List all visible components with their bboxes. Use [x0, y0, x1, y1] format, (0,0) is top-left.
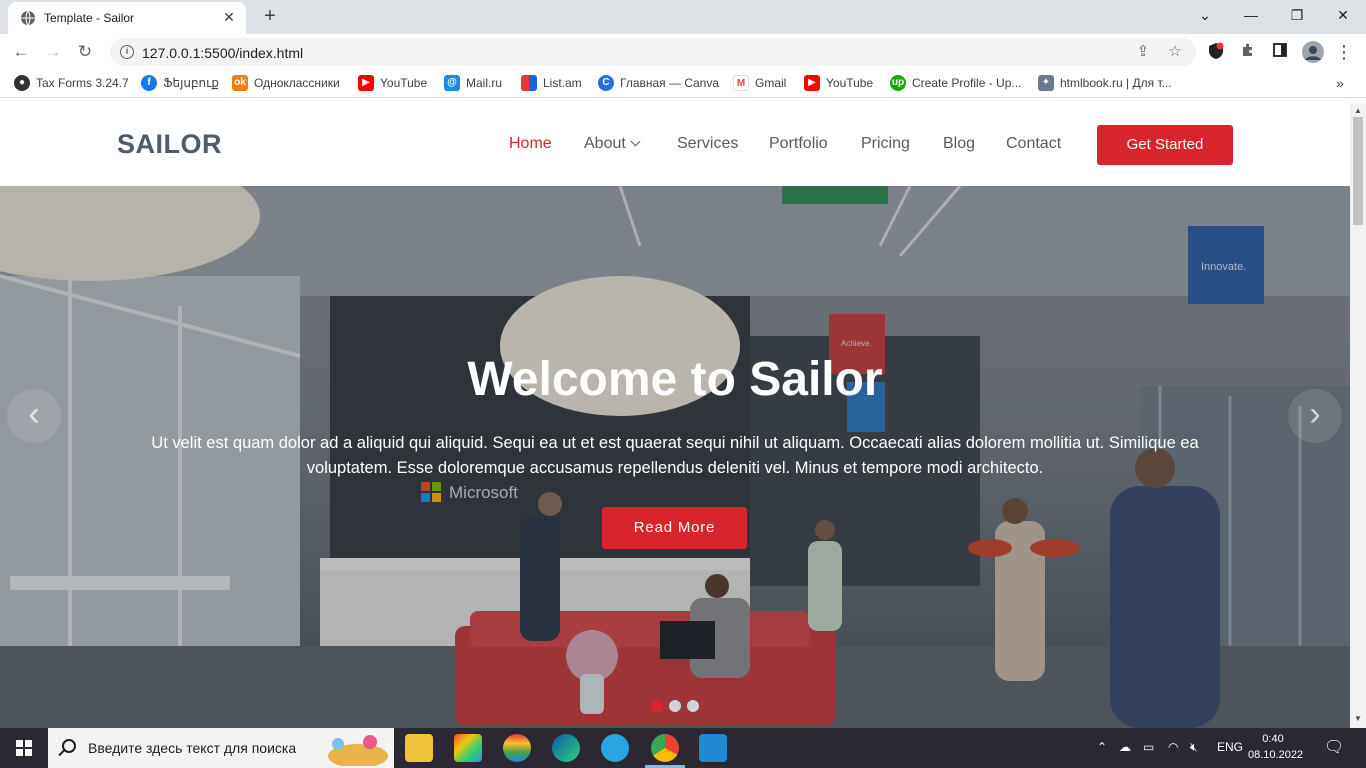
youtube-icon: ▶ [358, 75, 374, 91]
page-viewport: SAILOR Home About Services Portfolio Pri… [0, 103, 1350, 728]
site-header: SAILOR Home About Services Portfolio Pri… [0, 103, 1350, 186]
forward-arrow-icon[interactable]: → [40, 39, 66, 65]
bookmark-item[interactable]: ok Одноклассники [232, 75, 340, 93]
hero-carousel: Achieve. Innovate. Microsoft ‹ › Welcome… [0, 186, 1350, 728]
taskbar-search[interactable]: Введите здесь текст для поиска [48, 728, 394, 768]
profile-avatar[interactable] [1302, 41, 1324, 63]
browser-tab[interactable]: Template - Sailor ✕ [8, 2, 246, 34]
chrome-icon[interactable] [651, 734, 679, 762]
upwork-icon: up [890, 75, 906, 91]
carousel-indicator-3[interactable] [687, 700, 699, 712]
nav-pricing[interactable]: Pricing [861, 135, 910, 153]
close-tab-icon[interactable]: ✕ [220, 8, 238, 26]
globe-icon [21, 10, 35, 26]
volume-muted-icon[interactable]: 🔇︎ [1190, 740, 1198, 755]
minimize-button[interactable]: — [1228, 0, 1274, 30]
bookmark-item[interactable]: @ Mail.ru [444, 75, 502, 93]
carousel-indicator-1[interactable] [651, 700, 663, 712]
nav-services[interactable]: Services [677, 135, 738, 153]
bookmark-item[interactable]: C Главная — Canva [598, 75, 719, 93]
share-icon[interactable]: ⇪ [1134, 43, 1152, 61]
new-tab-button[interactable]: + [258, 5, 282, 29]
nav-about[interactable]: About [584, 135, 641, 153]
bookmarks-bar: ● Tax Forms 3.24.7 f Ֆեյսբուք ok Одноклассн… [0, 70, 1366, 98]
taskbar-clock[interactable]: 0:40 08.10.2022 [1248, 731, 1304, 763]
bookmark-item[interactable]: up Create Profile - Up... [890, 75, 1021, 93]
notifications-icon[interactable]: 🗨︎ [1324, 737, 1344, 757]
nav-home[interactable]: Home [509, 135, 552, 153]
edge-icon[interactable] [552, 734, 580, 762]
taskbar-search-placeholder: Введите здесь текст для поиска [88, 740, 297, 756]
read-more-button[interactable]: Read More [602, 507, 747, 549]
browser-toolbar: ← → ↻ i 127.0.0.1:5500/index.html ⇪ ☆ ⋮ [0, 34, 1366, 70]
git-app-icon[interactable] [454, 734, 482, 762]
bookmark-item[interactable]: f Ֆեյսբուք [141, 75, 219, 93]
hero-title: Welcome to Sailor [467, 353, 883, 406]
nav-contact[interactable]: Contact [1006, 135, 1061, 153]
search-icon [62, 739, 76, 753]
battery-icon[interactable]: ▭ [1143, 740, 1154, 754]
github-icon: ● [14, 75, 30, 91]
tab-title: Template - Sailor [44, 11, 135, 25]
bookmark-item[interactable]: ▶ YouTube [358, 75, 427, 93]
nav-about-label: About [584, 135, 626, 152]
menu-kebab-icon[interactable]: ⋮ [1334, 42, 1354, 62]
onedrive-icon[interactable]: ☁ [1119, 740, 1131, 754]
maximize-button[interactable]: ❐ [1274, 0, 1320, 30]
get-started-button[interactable]: Get Started [1097, 125, 1233, 165]
language-indicator[interactable]: ENG [1217, 740, 1243, 754]
browser-tab-strip: Template - Sailor ✕ + ⌄ — ❐ ✕ [0, 0, 1366, 34]
listam-icon [521, 75, 537, 91]
search-highlight-icon [328, 735, 388, 766]
extensions-puzzle-icon[interactable] [1238, 42, 1258, 62]
telegram-icon[interactable] [601, 734, 629, 762]
bookmark-item[interactable]: List.am [521, 75, 582, 93]
file-explorer-icon[interactable] [405, 734, 433, 762]
htmlbook-icon: ✦ [1038, 75, 1054, 91]
mailru-icon: @ [444, 75, 460, 91]
url-text[interactable]: 127.0.0.1:5500/index.html [142, 45, 303, 61]
windows-logo-icon [16, 740, 32, 756]
start-button[interactable] [0, 728, 48, 768]
hero-description: Ut velit est quam dolor ad a aliquid qui… [151, 434, 1199, 477]
gmail-icon: M [733, 75, 749, 91]
page-scrollbar[interactable]: ▲ ▼ [1350, 103, 1366, 728]
bookmark-item[interactable]: ● Tax Forms 3.24.7 [14, 75, 129, 93]
nav-portfolio[interactable]: Portfolio [769, 135, 828, 153]
odnoklassniki-icon: ok [232, 75, 248, 91]
canva-icon: C [598, 75, 614, 91]
bookmarks-overflow-icon[interactable]: » [1336, 75, 1344, 93]
side-panel-icon[interactable] [1270, 42, 1290, 62]
site-logo[interactable]: SAILOR [117, 129, 222, 160]
bookmark-item[interactable]: ▶ YouTube [804, 75, 873, 93]
extension-shield-icon[interactable] [1206, 42, 1226, 62]
bookmark-star-icon[interactable]: ☆ [1166, 43, 1184, 61]
address-bar[interactable]: i 127.0.0.1:5500/index.html ⇪ ☆ [110, 38, 1196, 66]
carousel-indicator-2[interactable] [669, 700, 681, 712]
scrollbar-thumb[interactable] [1353, 117, 1363, 225]
nav-blog[interactable]: Blog [943, 135, 975, 153]
scroll-down-icon[interactable]: ▼ [1354, 715, 1362, 723]
bookmark-item[interactable]: ✦ htmlbook.ru | Для т... [1038, 75, 1172, 93]
youtube-icon: ▶ [804, 75, 820, 91]
facebook-icon: f [141, 75, 157, 91]
reload-icon[interactable]: ↻ [72, 39, 98, 65]
close-window-button[interactable]: ✕ [1320, 0, 1366, 30]
color-app-icon[interactable] [503, 734, 531, 762]
clock-date: 08.10.2022 [1248, 749, 1304, 761]
wifi-icon[interactable]: ◠ [1168, 740, 1178, 754]
tray-overflow-icon[interactable]: ⌃ [1097, 740, 1107, 754]
back-arrow-icon[interactable]: ← [8, 39, 34, 65]
vscode-icon[interactable] [699, 734, 727, 762]
bookmark-item[interactable]: M Gmail [733, 75, 786, 93]
chevron-down-icon [630, 136, 641, 147]
clock-time: 0:40 [1262, 733, 1284, 745]
scroll-up-icon[interactable]: ▲ [1354, 107, 1362, 115]
tab-search-chevron-icon[interactable]: ⌄ [1182, 0, 1228, 30]
info-icon[interactable]: i [120, 45, 134, 59]
windows-taskbar: Введите здесь текст для поиска ⌃ ☁ ▭ ◠ 🔇… [0, 728, 1366, 768]
